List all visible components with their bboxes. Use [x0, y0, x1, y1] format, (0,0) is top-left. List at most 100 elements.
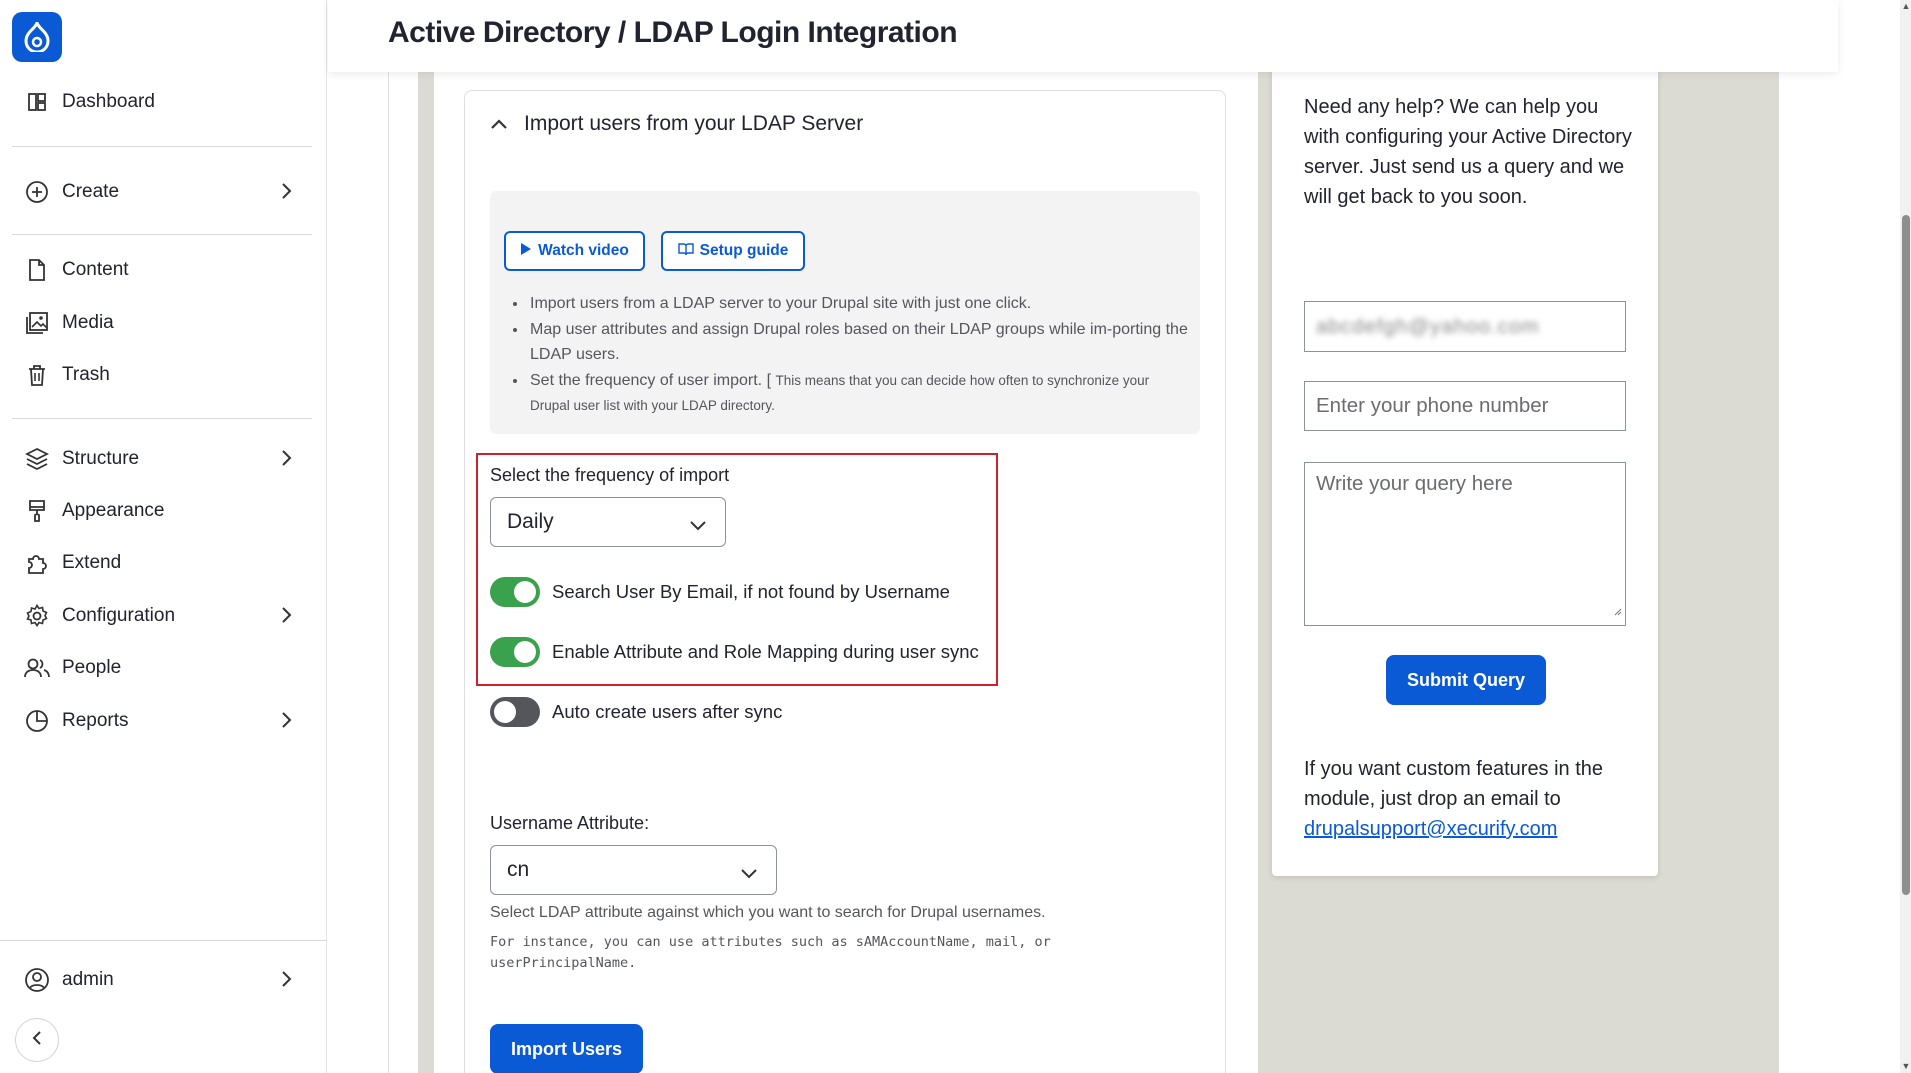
auto-create-toggle[interactable] — [490, 697, 540, 727]
paint-brush-icon — [24, 498, 50, 524]
phone-placeholder: Enter your phone number — [1316, 394, 1549, 417]
chevron-up-icon — [490, 112, 508, 136]
submit-query-button[interactable]: Submit Query — [1386, 655, 1546, 705]
sidebar-item-structure[interactable]: Structure — [12, 437, 312, 481]
sidebar-item-dashboard[interactable]: Dashboard — [12, 80, 312, 124]
media-icon — [24, 310, 50, 336]
toggle-knob — [514, 581, 536, 603]
sidebar-item-label: Trash — [62, 364, 110, 385]
file-icon — [24, 257, 50, 283]
search-by-email-toggle[interactable] — [490, 577, 540, 607]
support-intro: Need any help? We can help you with conf… — [1304, 96, 1632, 208]
puzzle-icon — [24, 550, 50, 576]
list-item: Map user attributes and assign Drupal ro… — [528, 317, 1190, 368]
phone-field[interactable]: Enter your phone number — [1304, 381, 1626, 431]
dashboard-icon — [24, 89, 50, 115]
toggle-knob — [514, 641, 536, 663]
plus-circle-icon — [24, 179, 50, 205]
sidebar-item-label: People — [62, 657, 122, 678]
watch-video-button[interactable]: Watch video — [504, 231, 645, 271]
scrollbar-thumb[interactable] — [1902, 215, 1910, 895]
watch-video-label: Watch video — [538, 242, 629, 259]
setup-guide-label: Setup guide — [699, 242, 789, 259]
layers-icon — [24, 446, 50, 472]
user-circle-icon — [24, 967, 50, 993]
sidebar-item-media[interactable]: Media — [12, 301, 312, 345]
content-edge — [1779, 72, 1838, 1073]
sidebar-item-label: Appearance — [62, 500, 165, 521]
sidebar-item-configuration[interactable]: Configuration — [12, 594, 312, 638]
layout-strip — [418, 72, 434, 1073]
auto-create-row: Auto create users after sync — [490, 697, 782, 727]
sidebar-item-label: admin — [62, 969, 114, 990]
sidebar-item-label: Reports — [62, 710, 129, 731]
chevron-left-icon — [31, 1030, 43, 1051]
support-email-link[interactable]: drupalsupport@xecurify.com — [1304, 818, 1557, 840]
content-rail — [388, 72, 418, 1073]
sidebar-item-label: Dashboard — [62, 91, 155, 112]
email-value: abcdefgh@yahoo.com — [1316, 315, 1540, 338]
chevron-right-icon — [280, 449, 292, 473]
sidebar-item-extend[interactable]: Extend — [12, 541, 312, 585]
username-attribute-label: Username Attribute: — [490, 813, 650, 833]
sidebar-item-create[interactable]: Create — [12, 170, 312, 214]
frequency-select[interactable]: Daily — [490, 497, 726, 547]
chevron-down-icon — [740, 862, 758, 886]
list-item: Set the frequency of user import. [ This… — [528, 368, 1190, 419]
divider — [12, 234, 312, 235]
divider — [12, 418, 312, 419]
custom-features-text: If you want custom features in the modul… — [1304, 754, 1639, 844]
book-icon — [677, 242, 694, 261]
setup-guide-button[interactable]: Setup guide — [661, 231, 805, 271]
chevron-down-icon — [689, 514, 707, 538]
username-example-text: For instance, you can use attributes suc… — [490, 934, 1051, 971]
import-users-label: Import Users — [510, 1038, 623, 1059]
toggle-knob — [494, 701, 516, 723]
import-users-panel-toggle[interactable]: Import users from your LDAP Server — [490, 112, 863, 136]
submit-query-label: Submit Query — [1406, 669, 1526, 690]
search-by-email-label: Search User By Email, if not found by Us… — [552, 581, 950, 602]
auto-create-label: Auto create users after sync — [552, 701, 783, 722]
chevron-right-icon — [280, 182, 292, 206]
frequency-value: Daily — [507, 510, 554, 533]
sidebar-item-reports[interactable]: Reports — [12, 699, 312, 743]
sidebar-item-label: Create — [62, 181, 120, 202]
page-title: Active Directory / LDAP Login Integratio… — [388, 16, 958, 49]
collapse-sidebar-button[interactable] — [15, 1018, 59, 1062]
divider — [12, 146, 312, 147]
panel-heading: Import users from your LDAP Server — [524, 112, 864, 135]
chart-pie-icon — [24, 708, 50, 734]
username-help-text: Select LDAP attribute against which you … — [490, 904, 1046, 921]
sidebar-item-admin[interactable]: admin — [12, 958, 312, 1002]
import-users-button[interactable]: Import Users — [490, 1024, 643, 1073]
gear-icon — [24, 603, 50, 629]
sidebar-item-label: Structure — [62, 448, 140, 469]
attribute-mapping-toggle[interactable] — [490, 637, 540, 667]
drupal-logo[interactable] — [12, 12, 62, 62]
divider — [0, 940, 327, 941]
sidebar-item-trash[interactable]: Trash — [12, 353, 312, 397]
attribute-mapping-row: Enable Attribute and Role Mapping during… — [490, 637, 979, 667]
chevron-right-icon — [280, 606, 292, 630]
sidebar-item-label: Content — [62, 259, 129, 280]
chevron-right-icon — [280, 711, 292, 735]
username-attribute-select[interactable]: cn — [490, 845, 777, 895]
feature-list: Import users from a LDAP server to your … — [510, 291, 1190, 419]
play-icon — [520, 242, 532, 261]
trash-icon — [24, 362, 50, 388]
chevron-right-icon — [280, 970, 292, 994]
frequency-label: Select the frequency of import — [490, 465, 730, 485]
sidebar-item-label: Media — [62, 312, 114, 333]
sidebar-item-content[interactable]: Content — [12, 248, 312, 292]
email-field[interactable]: abcdefgh@yahoo.com — [1304, 301, 1626, 352]
sidebar-item-people[interactable]: People — [12, 646, 312, 690]
sidebar-item-label: Extend — [62, 552, 122, 573]
sidebar-item-appearance[interactable]: Appearance — [12, 489, 312, 533]
scroll-down-arrow[interactable]: ▼ — [1901, 1060, 1911, 1072]
username-attribute-value: cn — [507, 858, 530, 881]
query-textarea[interactable]: Write your query here — [1304, 462, 1626, 626]
scroll-up-arrow[interactable]: ▲ — [1901, 0, 1911, 12]
custom-features-label: If you want custom features in the modul… — [1304, 758, 1604, 810]
sidebar-item-label: Configuration — [62, 605, 176, 626]
people-icon — [24, 655, 50, 681]
